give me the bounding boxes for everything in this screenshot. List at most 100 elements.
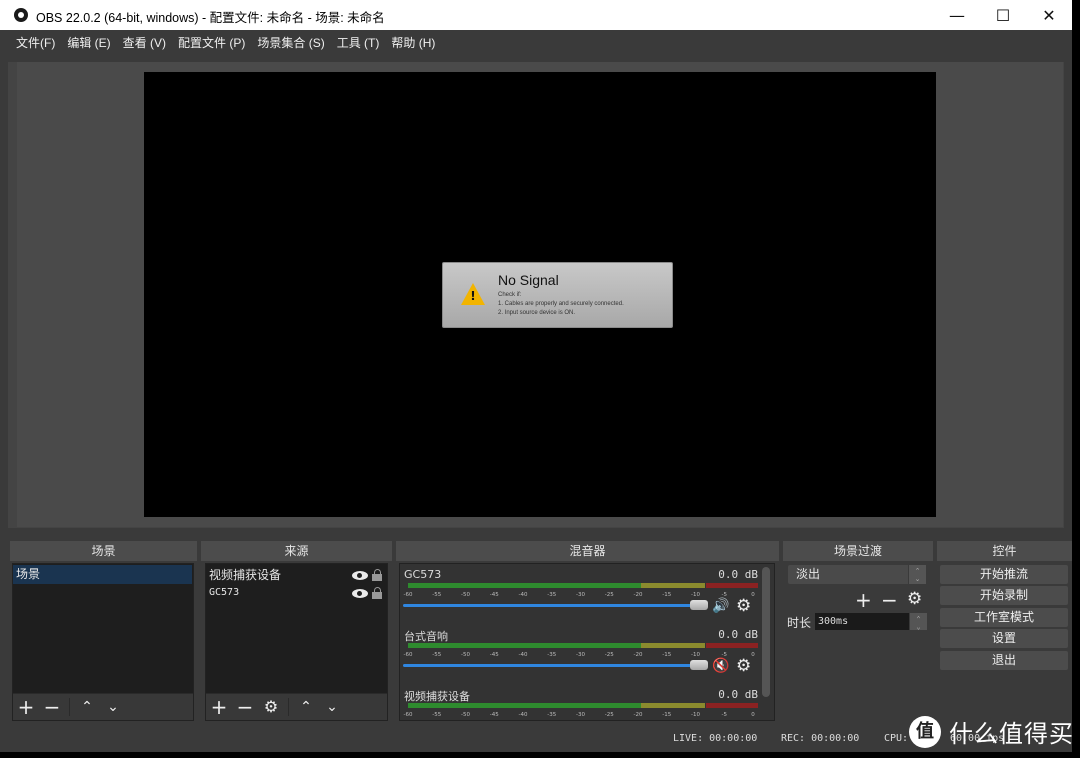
remove-scene-button[interactable]: −: [39, 695, 65, 719]
sources-toolbar: + − ⚙ ⌃ ⌄: [206, 694, 387, 720]
menu-help[interactable]: 帮助 (H): [391, 34, 435, 51]
channel-name: GC573: [404, 568, 442, 581]
source-label: GC573: [209, 587, 240, 598]
volume-slider[interactable]: [403, 604, 695, 607]
meter-red-segment: [705, 703, 758, 708]
menu-profile[interactable]: 配置文件 (P): [178, 34, 245, 51]
title-bar: OBS 22.0.2 (64-bit, windows) - 配置文件: 未命名…: [0, 0, 1072, 30]
settings-button[interactable]: 设置: [940, 629, 1068, 648]
add-source-button[interactable]: +: [206, 695, 232, 719]
meter-tick-label: -50: [461, 592, 470, 598]
cpu-label: CPU:: [884, 733, 909, 744]
start-recording-button[interactable]: 开始录制: [940, 586, 1068, 605]
meter-tick-label: -45: [489, 652, 499, 658]
lock-icon[interactable]: [372, 587, 382, 599]
meter-tick-label: 0: [751, 592, 755, 598]
menu-tools[interactable]: 工具 (T): [337, 34, 380, 51]
move-source-up-button[interactable]: ⌃: [293, 695, 319, 719]
no-signal-line: 2. Input source device is ON.: [498, 310, 576, 316]
mixer-channel: 视频捕获设备 0.0 dB -60 -55 -50 -45 -40 -35 -30 -25 -2…: [403, 688, 758, 720]
meter-tick-label: -60: [403, 712, 413, 718]
meter-green-segment: [408, 643, 642, 648]
meter-tick-label: -25: [604, 592, 614, 598]
transition-selected: 淡出: [796, 567, 821, 581]
watermark-text: 什么值得买: [949, 720, 1074, 748]
meter-tick-label: -10: [691, 712, 700, 718]
channel-name: 视频捕获设备: [404, 690, 470, 703]
obs-window: OBS 22.0.2 (64-bit, windows) - 配置文件: 未命名…: [0, 0, 1072, 752]
menu-file[interactable]: 文件(F): [16, 34, 55, 51]
visibility-eye-icon[interactable]: [352, 589, 368, 598]
scenes-dock-header: 场景: [10, 541, 197, 561]
duration-value: 300ms: [818, 616, 849, 627]
meter-tick-label: -10: [691, 592, 700, 598]
exit-button[interactable]: 退出: [940, 651, 1068, 670]
meter-tick-label: -55: [432, 592, 442, 598]
speaker-icon[interactable]: 🔊: [712, 598, 729, 614]
move-scene-up-button[interactable]: ⌃: [74, 695, 100, 719]
transitions-dock-header: 场景过渡: [783, 541, 933, 561]
source-label: 视频捕获设备: [209, 568, 282, 582]
meter-tick-label: -35: [547, 592, 557, 598]
meter-tick-label: -55: [432, 712, 442, 718]
mixer-scrollbar[interactable]: [762, 567, 770, 697]
meter-tick-label: -40: [518, 712, 528, 718]
scene-item[interactable]: 场景: [13, 565, 192, 584]
meter-yellow-segment: [641, 583, 706, 588]
volume-slider[interactable]: [403, 664, 695, 667]
remove-source-button[interactable]: −: [232, 695, 258, 719]
add-transition-button[interactable]: +: [855, 588, 872, 612]
transition-select[interactable]: 淡出 ⌃ ⌄: [788, 565, 926, 584]
move-source-down-button[interactable]: ⌄: [319, 695, 345, 719]
menu-bar: 文件(F) 编辑 (E) 查看 (V) 配置文件 (P) 场景集合 (S) 工具…: [0, 30, 1072, 54]
meter-tick-label: -15: [662, 652, 672, 658]
meter-tick-label: -45: [489, 712, 499, 718]
studio-mode-button[interactable]: 工作室模式: [940, 608, 1068, 627]
source-properties-gear-icon[interactable]: ⚙: [258, 695, 284, 719]
lock-icon[interactable]: [372, 569, 382, 581]
speaker-muted-icon[interactable]: 🔇: [712, 658, 729, 674]
watermark: 值 什么值得买: [909, 714, 1074, 749]
menu-view[interactable]: 查看 (V): [123, 34, 166, 51]
meter-yellow-segment: [641, 703, 706, 708]
volume-slider-handle[interactable]: [690, 600, 708, 610]
maximize-button[interactable]: ☐: [980, 0, 1026, 30]
meter-tick-label: -40: [518, 592, 528, 598]
minimize-button[interactable]: —: [934, 0, 980, 30]
toolbar-divider: [288, 698, 289, 716]
meter-green-segment: [408, 703, 642, 708]
move-scene-down-button[interactable]: ⌄: [100, 695, 126, 719]
volume-slider-handle[interactable]: [690, 660, 708, 670]
channel-db-readout: 0.0 dB: [718, 628, 758, 641]
spin-arrows-icon[interactable]: ⌃ ⌄: [909, 613, 927, 631]
sources-dock-header: 来源: [201, 541, 392, 561]
menu-scene-collection[interactable]: 场景集合 (S): [257, 34, 324, 51]
channel-db-readout: 0.0 dB: [718, 688, 758, 701]
remove-transition-button[interactable]: −: [881, 588, 898, 612]
channel-gear-icon[interactable]: ⚙: [736, 596, 751, 616]
no-signal-line: Check if:: [498, 292, 522, 298]
duration-input[interactable]: 300ms ⌃ ⌄: [815, 613, 927, 631]
volume-meter: [403, 583, 758, 588]
toolbar-divider: [69, 698, 70, 716]
start-streaming-button[interactable]: 开始推流: [940, 565, 1068, 584]
meter-green-segment: [408, 583, 642, 588]
visibility-eye-icon[interactable]: [352, 571, 368, 580]
source-item[interactable]: 视频捕获设备: [209, 566, 384, 584]
close-button[interactable]: ✕: [1026, 0, 1072, 30]
transition-gear-icon[interactable]: ⚙: [907, 589, 922, 609]
meter-tick-label: 0: [751, 652, 755, 658]
meter-tick-label: -20: [633, 712, 643, 718]
meter-tick-label: -60: [403, 652, 413, 658]
menu-edit[interactable]: 编辑 (E): [67, 34, 110, 51]
meter-tick-label: -20: [633, 592, 643, 598]
source-item[interactable]: GC573: [209, 584, 384, 602]
meter-ticks: -60 -55 -50 -45 -40 -35 -30 -25 -20 -15 -10 -5 0: [404, 590, 758, 600]
watermark-logo-icon: 值: [909, 715, 941, 748]
channel-gear-icon[interactable]: ⚙: [736, 656, 751, 676]
add-scene-button[interactable]: +: [13, 695, 39, 719]
no-signal-title: No Signal: [498, 272, 559, 288]
channel-db-readout: 0.0 dB: [718, 568, 758, 581]
meter-tick-label: -30: [576, 592, 585, 598]
window-title: OBS 22.0.2 (64-bit, windows) - 配置文件: 未命名…: [36, 11, 385, 25]
